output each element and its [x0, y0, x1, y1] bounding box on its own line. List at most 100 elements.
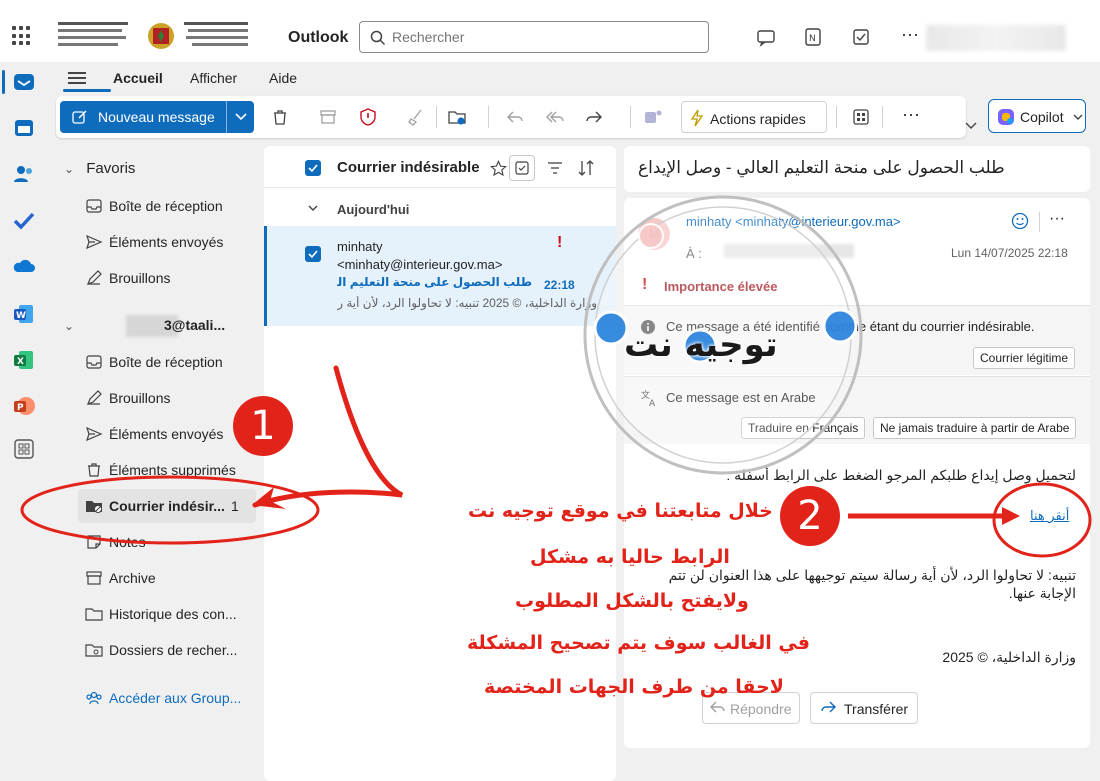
forward-icon [821, 701, 836, 713]
word-icon[interactable]: W [12, 302, 36, 326]
message-sender: minhaty <minhaty@interieur.gov.ma> [337, 238, 502, 274]
copilot-label: Copilot [1020, 109, 1064, 125]
forward-button[interactable]: Transférer [810, 692, 918, 724]
folder-archive[interactable]: Archive [85, 567, 255, 589]
app-launcher-icon[interactable] [12, 26, 32, 46]
more-apps-icon[interactable] [12, 437, 36, 461]
never-translate-button[interactable]: Ne jamais traduire à partir de Arabe [873, 417, 1077, 439]
app-name[interactable]: Outlook [288, 29, 348, 47]
quick-actions-button[interactable]: Actions rapides [681, 101, 827, 133]
excel-icon[interactable]: X [12, 348, 36, 372]
svg-text:X: X [17, 357, 24, 367]
more-icon[interactable]: ··· [901, 24, 921, 44]
favorites-section[interactable]: ⌄ Favoris [64, 160, 135, 177]
translate-button[interactable]: Traduire en Français [741, 417, 866, 439]
ribbon-expand-icon[interactable] [965, 122, 977, 130]
search-input[interactable] [392, 27, 692, 47]
fav-drafts[interactable]: Brouillons [85, 267, 255, 289]
teams-icon[interactable] [643, 107, 663, 127]
tab-help[interactable]: Aide [269, 70, 297, 86]
reply-all-icon[interactable] [545, 107, 565, 127]
apps-icon[interactable] [851, 107, 871, 127]
folder-sent[interactable]: Éléments envoyés [85, 423, 255, 445]
onenote-icon[interactable]: N [803, 27, 823, 47]
inbox-icon [86, 199, 102, 213]
hamburger-icon[interactable] [68, 72, 86, 84]
folder-label: Boîte de réception [109, 198, 223, 214]
fav-sent[interactable]: Éléments envoyés [85, 231, 255, 253]
sweep-icon[interactable] [406, 107, 426, 127]
send-icon [86, 234, 103, 250]
reading-subject-bar: طلب الحصول على منحة التعليم العالي - وصل… [624, 146, 1090, 192]
not-junk-button[interactable]: Courrier légitime [973, 347, 1076, 369]
folder-junk[interactable]: Courrier indésir... 1 [78, 489, 256, 523]
sort-icon[interactable] [577, 159, 595, 177]
folder-search-folders[interactable]: Dossiers de recher... [85, 639, 255, 661]
todo-app-icon[interactable] [12, 208, 36, 232]
archive-icon[interactable] [318, 107, 338, 127]
account-section[interactable]: ⌄ 3@taali... [64, 315, 264, 337]
download-link[interactable]: أنقر هنا [1030, 508, 1069, 524]
reading-from[interactable]: minhaty <minhaty@interieur.gov.ma> [686, 214, 901, 229]
message-row[interactable]: minhaty <minhaty@interieur.gov.ma> ! طلب… [264, 226, 616, 326]
message-checkbox[interactable] [305, 246, 321, 262]
forward-icon[interactable] [584, 107, 604, 127]
tab-view[interactable]: Afficher [190, 70, 237, 86]
forward-label: Transférer [844, 701, 909, 717]
star-icon[interactable] [490, 160, 507, 177]
groups-link[interactable]: Accéder aux Group... [85, 687, 255, 709]
people-icon[interactable] [12, 162, 36, 186]
reading-pane: M minhaty <minhaty@interieur.gov.ma> ···… [624, 198, 1090, 748]
svg-text:W: W [16, 311, 26, 321]
chevron-down-icon[interactable]: ⌄ [64, 319, 74, 333]
chevron-down-icon[interactable] [308, 205, 318, 212]
chevron-down-icon[interactable]: ⌄ [64, 162, 74, 176]
body-instruction: لتحميل وصل إيداع طلبكم المرجو الضغط على … [726, 467, 1076, 483]
svg-text:A: A [649, 399, 656, 407]
copilot-button[interactable]: Copilot [988, 99, 1086, 133]
folder-conversation-history[interactable]: Historique des con... [85, 603, 255, 625]
more-options-icon[interactable]: ··· [902, 104, 922, 124]
search-box[interactable] [359, 21, 709, 53]
group-header-today[interactable]: Aujourd'hui [337, 202, 409, 217]
more-actions-icon[interactable]: ··· [1049, 210, 1065, 228]
filter-icon[interactable] [547, 161, 563, 175]
onedrive-icon[interactable] [12, 254, 36, 278]
toolbar-divider [436, 106, 437, 128]
translate-icon: 文A [641, 389, 656, 407]
folder-notes[interactable]: Notes [85, 531, 255, 553]
folder-inbox[interactable]: Boîte de réception [85, 351, 255, 373]
folder-deleted[interactable]: Éléments supprimés [85, 459, 255, 481]
select-all-checkbox[interactable] [305, 160, 321, 176]
delete-icon [88, 463, 100, 477]
favorites-title: Favoris [86, 160, 136, 177]
folder-drafts[interactable]: Brouillons [85, 387, 255, 409]
report-icon[interactable] [358, 107, 378, 127]
account-name: 3@taali... [164, 317, 226, 333]
reply-icon [710, 701, 725, 713]
folder-label: Éléments envoyés [109, 426, 224, 442]
emoji-reaction-icon[interactable] [1011, 212, 1029, 230]
app-rail: W X P [0, 62, 48, 781]
junk-folder-icon [86, 501, 102, 513]
new-message-button[interactable]: Nouveau message [60, 101, 254, 133]
delete-icon[interactable] [270, 107, 290, 127]
reply-icon[interactable] [505, 107, 525, 127]
meet-now-icon[interactable] [756, 27, 776, 47]
reading-to-label: À : [686, 246, 702, 261]
todo-icon[interactable] [851, 27, 871, 47]
calendar-icon[interactable] [12, 116, 36, 140]
avatar[interactable]: M [638, 218, 670, 250]
toolbar-divider [488, 106, 489, 128]
move-to-icon[interactable] [447, 107, 467, 127]
top-bar: Outlook N ··· [0, 0, 1100, 62]
powerpoint-icon[interactable]: P [12, 394, 36, 418]
mail-icon[interactable] [12, 70, 36, 94]
select-mode-button[interactable] [509, 155, 535, 181]
fav-inbox[interactable]: Boîte de réception [85, 195, 255, 217]
reading-date: Lun 14/07/2025 22:18 [951, 246, 1068, 260]
user-account-blurred[interactable] [926, 25, 1066, 51]
chevron-down-icon[interactable] [1073, 114, 1083, 121]
tab-home[interactable]: Accueil [113, 70, 163, 86]
chevron-down-icon[interactable] [235, 113, 247, 121]
